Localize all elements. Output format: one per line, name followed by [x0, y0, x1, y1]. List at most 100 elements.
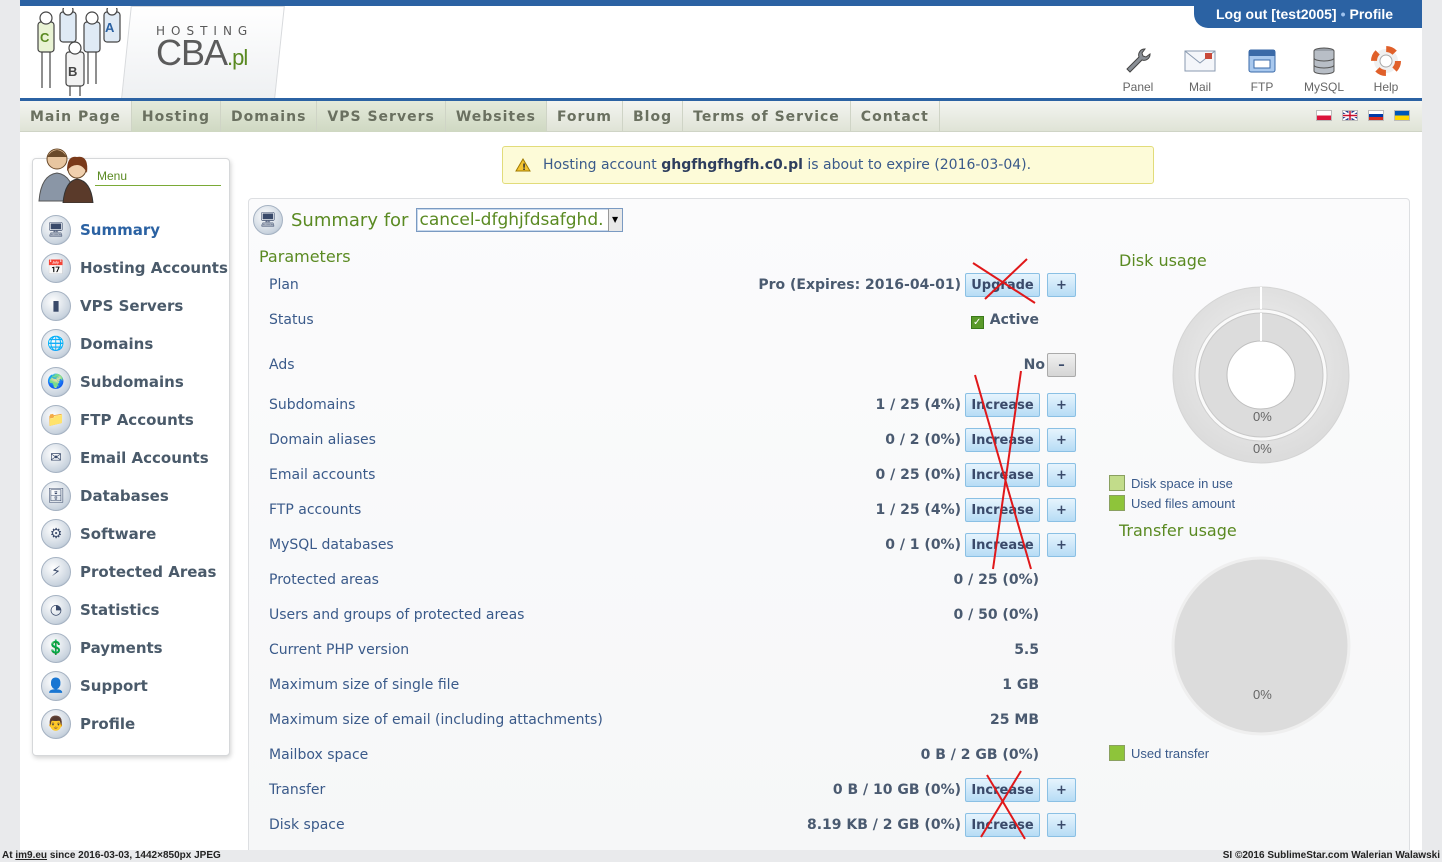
svg-text:A: A — [105, 20, 115, 35]
sidebar-item-protected-areas[interactable]: ⚡ Protected Areas — [41, 553, 228, 591]
row-transfer: Transfer 0 B / 10 GB (0%) Increase + — [249, 778, 1089, 804]
row-disk-space: Disk space 8.19 KB / 2 GB (0%) Increase … — [249, 813, 1089, 839]
nav-main-page[interactable]: Main Page — [20, 101, 132, 132]
menu-title-underline — [95, 185, 221, 186]
sidebar-menu: Menu 🖥 Summary 📅 Hosting Accounts ▮ VPS Ser… — [32, 148, 230, 756]
sidebar-item-payments[interactable]: 💲 Payments — [41, 629, 228, 667]
expiry-notice: ! Hosting account ghgfhgfhgfh.c0.pl is a… — [502, 146, 1154, 184]
flag-pl-icon[interactable] — [1316, 110, 1332, 121]
logo-cba-text[interactable]: CBA.pl — [156, 32, 248, 74]
row-ads: Ads No – — [249, 353, 1089, 379]
disk-plus-button[interactable]: + — [1047, 813, 1076, 837]
transfer-plus-button[interactable]: + — [1047, 778, 1076, 802]
nav-contact[interactable]: Contact — [851, 101, 940, 132]
toolbar: Panel Mail FTP MySQL Help — [1118, 46, 1406, 94]
subdomains-increase-button[interactable]: Increase — [965, 393, 1040, 417]
sidebar-item-profile[interactable]: 👨 Profile — [41, 705, 228, 743]
mysql-increase-button[interactable]: Increase — [965, 533, 1040, 557]
globe-icon: 🌐 — [41, 329, 71, 359]
flag-en-icon[interactable] — [1342, 110, 1358, 121]
footer-right: SI ©2016 SublimeStar.com Walerian Walaws… — [1222, 850, 1440, 861]
usage-column: Disk usage 0% 0% Disk space in use Used … — [1089, 199, 1409, 850]
menu-title: Menu — [97, 169, 128, 183]
nav-terms[interactable]: Terms of Service — [683, 101, 851, 132]
domain-aliases-increase-button[interactable]: Increase — [965, 428, 1040, 452]
sidebar-item-statistics[interactable]: ◔ Statistics — [41, 591, 228, 629]
chevron-down-icon: ▼ — [607, 209, 622, 231]
upgrade-button[interactable]: Upgrade — [965, 273, 1040, 297]
tool-mysql[interactable]: MySQL — [1304, 46, 1344, 94]
ftp-accounts-plus-button[interactable]: + — [1047, 498, 1076, 522]
notice-account: ghgfhgfhgfh.c0.pl — [661, 157, 803, 173]
row-domain-aliases: Domain aliases 0 / 2 (0%) Increase + — [249, 428, 1089, 454]
flag-ua-icon[interactable] — [1394, 110, 1410, 121]
sidebar-item-hosting-accounts[interactable]: 📅 Hosting Accounts — [41, 249, 228, 287]
row-mailbox-space: Mailbox space 0 B / 2 GB (0%) — [269, 747, 1039, 763]
lifebuoy-icon — [1371, 46, 1401, 76]
tool-mail[interactable]: Mail — [1180, 46, 1220, 94]
summary-header: 🖥 Summary for cancel-dfghjfdsafghd. ▼ — [253, 205, 623, 235]
plan-plus-button[interactable]: + — [1047, 273, 1076, 297]
tool-ftp[interactable]: FTP — [1242, 46, 1282, 94]
ftp-accounts-increase-button[interactable]: Increase — [965, 498, 1040, 522]
nav-forum[interactable]: Forum — [547, 101, 624, 132]
pie-chart-icon: ◔ — [41, 595, 71, 625]
nav-vps-servers[interactable]: VPS Servers — [317, 101, 446, 132]
profile-link[interactable]: Profile — [1349, 6, 1393, 22]
footer-left: At im9.eu since 2016-03-03, 1442×850px J… — [2, 850, 221, 861]
checkmark-icon: ✓ — [970, 316, 984, 329]
sidebar-item-databases[interactable]: 🗄 Databases — [41, 477, 228, 515]
users-icon — [35, 145, 97, 207]
row-max-email-size: Maximum size of email (including attachm… — [269, 712, 1039, 728]
sidebar-item-email-accounts[interactable]: ✉ Email Accounts — [41, 439, 228, 477]
email-accounts-increase-button[interactable]: Increase — [965, 463, 1040, 487]
nav-domains[interactable]: Domains — [221, 101, 318, 132]
flag-ru-icon[interactable] — [1368, 110, 1384, 121]
nav-websites[interactable]: Websites — [445, 101, 547, 132]
transfer-percent: 0% — [1253, 687, 1272, 702]
disk-outer-percent: 0% — [1253, 441, 1272, 456]
row-mysql-databases: MySQL databases 0 / 1 (0%) Increase + — [249, 533, 1089, 559]
calendar-icon: 📅 — [41, 253, 71, 283]
logout-link[interactable]: Log out [test2005] — [1216, 6, 1337, 22]
logo-figures[interactable]: C B A — [30, 4, 134, 98]
sidebar-item-ftp-accounts[interactable]: 📁 FTP Accounts — [41, 401, 228, 439]
account-select[interactable]: cancel-dfghjfdsafghd. ▼ — [416, 208, 623, 232]
disk-usage-title: Disk usage — [1119, 251, 1207, 270]
subdomains-plus-button[interactable]: + — [1047, 393, 1076, 417]
row-plan: Plan Pro (Expires: 2016-04-01) Upgrade + — [249, 273, 1089, 299]
disk-inner-percent: 0% — [1253, 409, 1272, 424]
sidebar-item-software[interactable]: ⚙ Software — [41, 515, 228, 553]
envelope-icon: ✉ — [41, 443, 71, 473]
page: Log out [test2005] • Profile C B A HOSTING… — [20, 0, 1422, 850]
footer-link[interactable]: im9.eu — [15, 850, 47, 861]
domain-aliases-plus-button[interactable]: + — [1047, 428, 1076, 452]
nav-blog[interactable]: Blog — [623, 101, 684, 132]
transfer-increase-button[interactable]: Increase — [965, 778, 1040, 802]
database-icon — [1313, 47, 1335, 75]
row-protected-areas: Protected areas 0 / 25 (0%) — [269, 572, 1039, 588]
tool-help[interactable]: Help — [1366, 46, 1406, 94]
nav-hosting[interactable]: Hosting — [131, 101, 222, 132]
email-accounts-plus-button[interactable]: + — [1047, 463, 1076, 487]
tool-panel[interactable]: Panel — [1118, 46, 1158, 94]
transfer-usage-title: Transfer usage — [1119, 521, 1237, 540]
sidebar-item-support[interactable]: 👤 Support — [41, 667, 228, 705]
support-person-icon: 👤 — [41, 671, 71, 701]
mysql-plus-button[interactable]: + — [1047, 533, 1076, 557]
svg-text:C: C — [40, 30, 50, 45]
sidebar-item-subdomains[interactable]: 🌍 Subdomains — [41, 363, 228, 401]
menu-list: 🖥 Summary 📅 Hosting Accounts ▮ VPS Servers … — [41, 211, 228, 743]
ads-minus-button[interactable]: – — [1047, 353, 1076, 377]
monitor-icon: 🖥 — [253, 205, 283, 235]
legend-swatch-green — [1109, 745, 1125, 761]
sidebar-item-vps-servers[interactable]: ▮ VPS Servers — [41, 287, 228, 325]
svg-text:!: ! — [522, 163, 526, 172]
row-users-groups: Users and groups of protected areas 0 / … — [269, 607, 1039, 623]
legend-files-amount: Used files amount — [1109, 495, 1235, 511]
disk-increase-button[interactable]: Increase — [965, 813, 1040, 837]
row-php-version: Current PHP version 5.5 — [269, 642, 1039, 658]
sidebar-item-domains[interactable]: 🌐 Domains — [41, 325, 228, 363]
sidebar-item-summary[interactable]: 🖥 Summary — [41, 211, 228, 249]
money-icon: 💲 — [41, 633, 71, 663]
